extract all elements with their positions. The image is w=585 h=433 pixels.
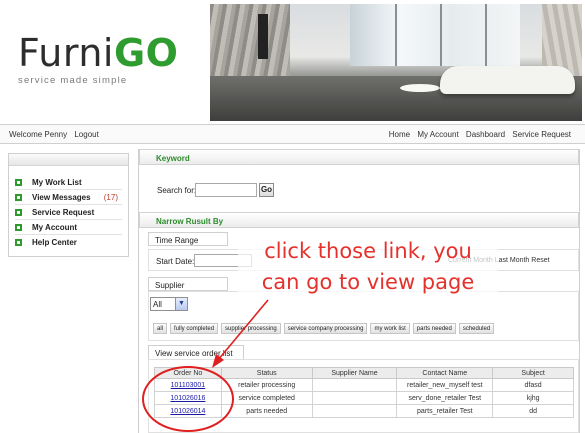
search-label: Search for: [157,186,197,195]
filter-supplier-processing[interactable]: supplier processing [221,323,281,334]
supplier-select[interactable]: All ▼ [150,297,188,311]
sidebar-item-my-account[interactable]: My Account [15,220,122,235]
col-contact-name[interactable]: Contact Name [396,367,494,379]
order-status: service completed [220,391,313,405]
annotation-callout: click those link, you can go to view pag… [238,236,498,298]
order-subject: dfasd [492,378,574,392]
col-status[interactable]: Status [220,367,313,379]
bullet-icon [15,193,22,201]
bullet-icon [15,223,22,231]
filter-all[interactable]: all [153,323,168,334]
nav-dashboard[interactable]: Dashboard [466,130,505,139]
search-input[interactable] [195,183,257,197]
col-supplier-name[interactable]: Supplier Name [311,367,398,379]
keyword-section-title: Keyword [139,149,579,165]
filter-fully-completed[interactable]: fully completed [170,323,219,334]
sidebar-item-service-request[interactable]: Service Request [15,205,122,220]
sidebar-item-view-messages[interactable]: View Messages (17) [15,190,122,205]
bullet-icon [15,208,22,216]
filter-service-company-processing[interactable]: service company processing [283,323,368,334]
furnigo-logo[interactable]: FurniGO service made simple [18,33,198,93]
col-subject[interactable]: Subject [492,367,574,379]
filter-my-work-list[interactable]: my work list [370,323,410,334]
order-status: parts needed [220,404,313,418]
order-supplier [311,378,398,392]
filter-scheduled[interactable]: scheduled [458,323,495,334]
order-status: retailer processing [220,378,313,392]
order-contact: serv_done_retailer Test [396,391,494,405]
nav-home[interactable]: Home [389,130,410,139]
narrow-section-title: Narrow Rusult By [139,212,579,228]
logo-name-part1: Furni [18,31,114,75]
order-contact: retailer_new_myself test [396,378,494,392]
logo-tagline: service made simple [18,75,128,86]
bullet-icon [15,178,22,186]
status-filter-row: all fully completed supplier processing … [153,323,497,334]
logout-link[interactable]: Logout [74,130,98,139]
go-button[interactable]: Go [259,183,274,197]
sidebar: My Work List View Messages (17) Service … [8,153,129,257]
welcome-text: Welcome Penny [9,130,68,139]
start-date-label: Start Date: [156,257,195,266]
sidebar-item-my-work-list[interactable]: My Work List [15,175,122,190]
order-contact: parts_retailer Test [396,404,494,418]
tab-time-range[interactable]: Time Range [148,232,228,246]
order-supplier [311,391,398,405]
tab-supplier[interactable]: Supplier [148,277,228,291]
main-nav: Home My Account Dashboard Service Reques… [384,130,571,139]
bullet-icon [15,239,22,246]
order-subject: kjhg [492,391,574,405]
tab-view-service-order-list[interactable]: View service order list [148,345,244,359]
top-nav-bar: Welcome Penny Logout Home My Account Das… [0,124,585,144]
nav-service-request[interactable]: Service Request [512,130,571,139]
highlight-oval [142,366,234,432]
header: FurniGO service made simple [0,0,585,122]
living-room-photo [210,4,582,121]
chevron-down-icon[interactable]: ▼ [175,298,187,310]
message-count-badge: (17) [103,192,118,202]
nav-my-account[interactable]: My Account [417,130,458,139]
order-supplier [311,404,398,418]
filter-parts-needed[interactable]: parts needed [412,323,456,334]
order-subject: dd [492,404,574,418]
sidebar-item-help-center[interactable]: Help Center [15,235,122,250]
logo-name-part2: GO [113,31,179,75]
